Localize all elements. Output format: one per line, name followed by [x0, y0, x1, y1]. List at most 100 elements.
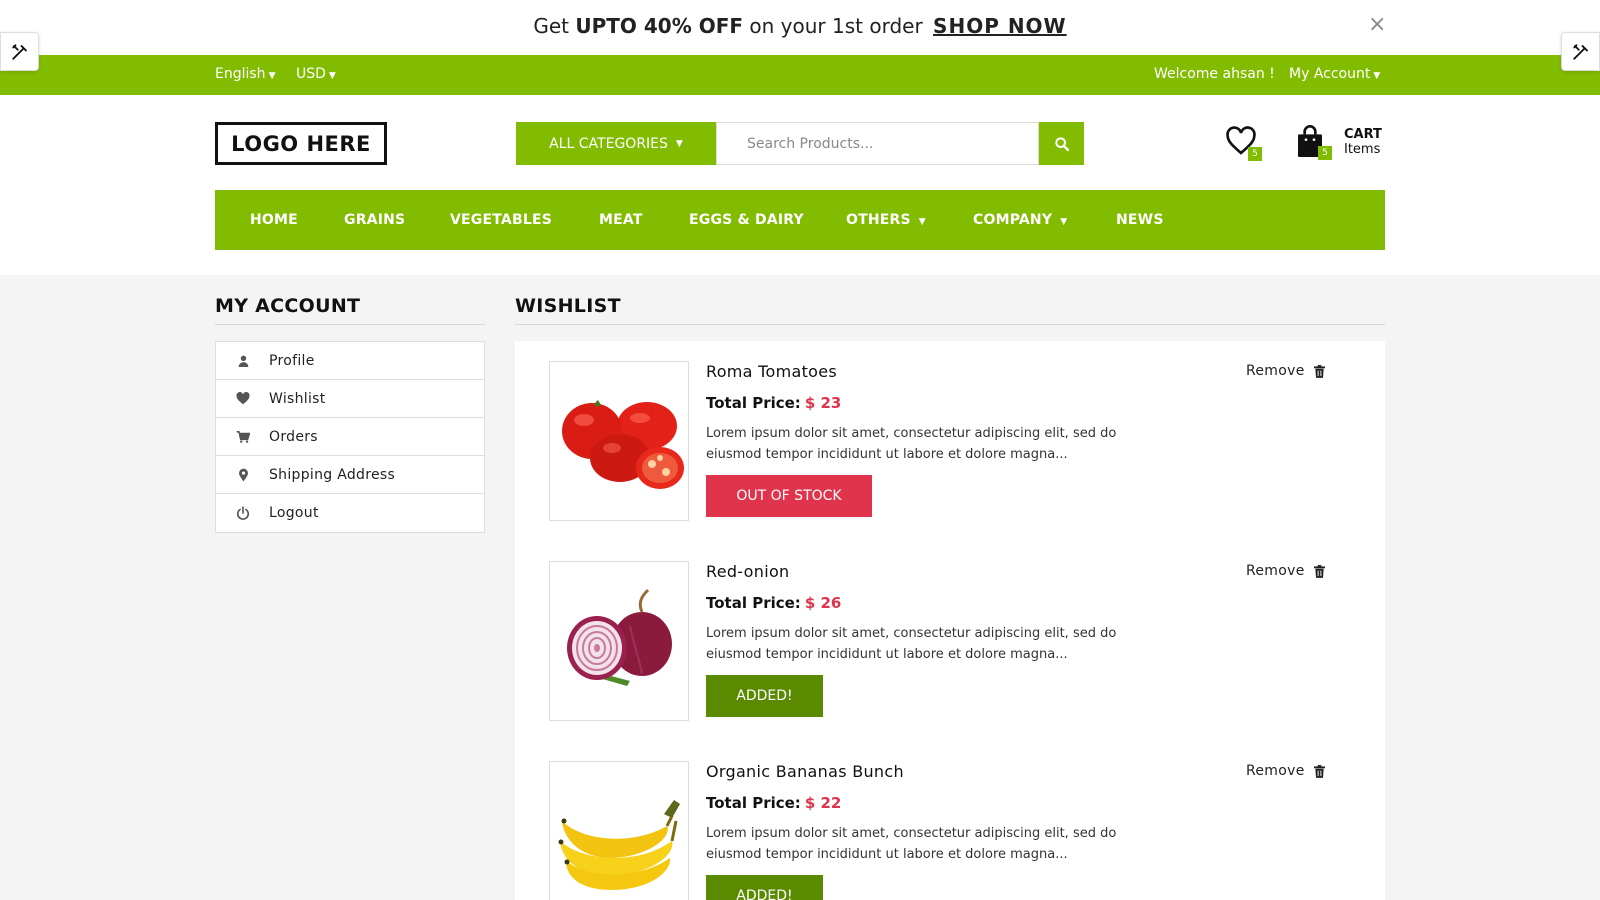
price-label: Total Price:: [706, 794, 801, 812]
remove-button[interactable]: Remove: [1246, 563, 1325, 579]
sidebar-item-label: Logout: [269, 505, 319, 521]
wishlist-panel: Roma Tomatoes Total Price: $ 23 Lorem ips…: [515, 341, 1385, 900]
my-account-title: MY ACCOUNT: [215, 295, 361, 317]
sidebar-item-profile[interactable]: Profile: [216, 342, 484, 380]
close-icon[interactable]: ×: [1368, 12, 1386, 37]
remove-button[interactable]: Remove: [1246, 363, 1325, 379]
welcome-text: Welcome ahsan !: [1154, 66, 1275, 82]
product-image[interactable]: [549, 761, 689, 900]
chevron-down-icon: ▼: [328, 71, 336, 81]
divider: [215, 324, 485, 325]
tomato-image: [561, 400, 684, 489]
cart-button[interactable]: 5: [1294, 123, 1334, 163]
my-account-label: My Account: [1289, 66, 1371, 82]
trash-icon: [1313, 564, 1325, 578]
wishlist-item: Roma Tomatoes Total Price: $ 23 Lorem ips…: [549, 361, 1359, 521]
currency-label: USD: [296, 66, 326, 82]
nav-news[interactable]: NEWS: [1116, 190, 1164, 250]
remove-label: Remove: [1246, 563, 1305, 579]
cart-icon: [236, 430, 250, 444]
remove-label: Remove: [1246, 363, 1305, 379]
product-name[interactable]: Organic Bananas Bunch: [706, 762, 904, 781]
out-of-stock-button[interactable]: OUT OF STOCK: [706, 475, 872, 517]
all-categories-button[interactable]: ALL CATEGORIES ▼: [516, 122, 716, 165]
wishlist-item: Organic Bananas Bunch Total Price: $ 22 L…: [549, 761, 1359, 900]
caret-down-icon: ▼: [918, 217, 926, 227]
price-value: $ 23: [804, 394, 842, 412]
product-description: Lorem ipsum dolor sit amet, consectetur …: [706, 826, 1117, 862]
nav-grains[interactable]: GRAINS: [344, 190, 405, 250]
language-label: English: [215, 66, 266, 82]
tools-icon[interactable]: [1561, 32, 1600, 71]
total-price: Total Price: $ 26: [706, 594, 841, 612]
cart-items-label[interactable]: Items: [1344, 142, 1380, 157]
product-image[interactable]: [549, 561, 689, 721]
shop-now-link[interactable]: SHOP NOW: [933, 14, 1067, 38]
tools-icon[interactable]: [0, 32, 39, 71]
caret-down-icon: ▼: [1060, 217, 1068, 227]
promo-text: Get UPTO 40% OFF on your 1st order SHOP …: [0, 14, 1600, 38]
onion-image: [566, 588, 672, 686]
sidebar-item-label: Orders: [269, 428, 318, 445]
account-menu: Profile Wishlist Orders Shipping Address…: [215, 341, 485, 533]
nav-eggs-dairy[interactable]: EGGS & DAIRY: [689, 190, 804, 250]
promo-prefix: Get: [533, 14, 576, 38]
price-value: $ 26: [804, 594, 842, 612]
sidebar-item-label: Shipping Address: [269, 466, 396, 483]
price-label: Total Price:: [706, 394, 801, 412]
main-nav: HOME GRAINS VEGETABLES MEAT EGGS & DAIRY…: [215, 190, 1385, 250]
nav-company-label: COMPANY: [973, 212, 1053, 228]
product-image[interactable]: [549, 361, 689, 521]
nav-home[interactable]: HOME: [250, 190, 298, 250]
search-input[interactable]: [716, 122, 1039, 165]
cart-label[interactable]: CART: [1344, 127, 1382, 142]
my-account-dropdown[interactable]: My Account ▼: [1289, 66, 1380, 82]
remove-button[interactable]: Remove: [1246, 763, 1325, 779]
trash-icon: [1313, 764, 1325, 778]
sidebar-item-shipping-address[interactable]: Shipping Address: [216, 456, 484, 494]
nav-others-label: OTHERS: [846, 212, 911, 228]
wishlist-title: WISHLIST: [515, 295, 621, 317]
nav-company[interactable]: COMPANY ▼: [973, 190, 1067, 250]
site-header: LOGO HERE ALL CATEGORIES ▼ 5 5 CART Item…: [0, 95, 1600, 275]
heart-icon: [236, 392, 250, 406]
product-name[interactable]: Roma Tomatoes: [706, 362, 837, 381]
product-description: Lorem ipsum dolor sit amet, consectetur …: [706, 626, 1117, 662]
nav-vegetables[interactable]: VEGETABLES: [450, 190, 552, 250]
top-bar: English ▼ USD ▼ Welcome ahsan ! My Account…: [0, 55, 1600, 95]
search-button[interactable]: [1039, 122, 1084, 165]
chevron-down-icon: ▼: [268, 71, 276, 81]
price-value: $ 22: [804, 794, 842, 812]
promo-bar: Get UPTO 40% OFF on your 1st order SHOP …: [0, 0, 1600, 55]
power-icon: [236, 506, 250, 520]
all-categories-label: ALL CATEGORIES: [549, 135, 668, 152]
promo-highlight: UPTO 40% OFF: [575, 14, 744, 38]
nav-meat[interactable]: MEAT: [599, 190, 643, 250]
total-price: Total Price: $ 22: [706, 794, 841, 812]
currency-selector[interactable]: USD ▼: [296, 66, 336, 82]
sidebar-item-wishlist[interactable]: Wishlist: [216, 380, 484, 418]
added-button[interactable]: ADDED!: [706, 675, 823, 717]
product-name[interactable]: Red-onion: [706, 562, 789, 581]
added-button[interactable]: ADDED!: [706, 875, 823, 900]
language-selector[interactable]: English ▼: [215, 66, 275, 82]
trash-icon: [1313, 364, 1325, 378]
product-description: Lorem ipsum dolor sit amet, consectetur …: [706, 426, 1117, 462]
banana-image: [558, 800, 680, 890]
search-icon: [1054, 136, 1069, 151]
map-marker-icon: [236, 468, 250, 482]
price-label: Total Price:: [706, 594, 801, 612]
wishlist-count-badge: 5: [1248, 147, 1262, 161]
remove-label: Remove: [1246, 763, 1305, 779]
user-icon: [236, 354, 250, 368]
wishlist-item: Red-onion Total Price: $ 26 Lorem ipsum d…: [549, 561, 1359, 721]
sidebar-item-label: Wishlist: [269, 390, 326, 407]
total-price: Total Price: $ 23: [706, 394, 841, 412]
sidebar-item-logout[interactable]: Logout: [216, 494, 484, 532]
sidebar-item-orders[interactable]: Orders: [216, 418, 484, 456]
nav-others[interactable]: OTHERS ▼: [846, 190, 926, 250]
logo[interactable]: LOGO HERE: [215, 122, 387, 165]
wishlist-button[interactable]: 5: [1224, 125, 1264, 161]
chevron-down-icon: ▼: [1373, 71, 1381, 81]
sidebar-item-label: Profile: [269, 352, 315, 369]
